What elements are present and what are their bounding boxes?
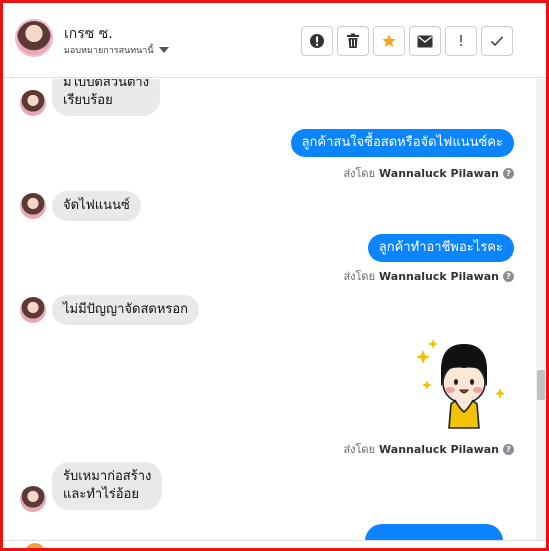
- thread-scrollbar[interactable]: [536, 79, 546, 540]
- sent-by-prefix: ส่งโดย: [343, 443, 376, 456]
- spam-icon: [310, 34, 324, 48]
- sent-by-name: Wannaluck Pilawan: [379, 442, 499, 456]
- message-line: เรียบร้อย: [63, 93, 113, 108]
- avatar: [25, 543, 45, 548]
- sender-avatar: [20, 486, 46, 512]
- sent-by-name: Wannaluck Pilawan: [379, 166, 499, 180]
- incoming-message: จัดไฟแนนซ์: [52, 191, 141, 221]
- message-thread[interactable]: มีใบปิดส่วนต่าง เรียบร้อย ลูกค้าสนใจซื้อ…: [3, 79, 536, 540]
- assign-label: มอบหมายการสนทนานี้: [64, 46, 154, 56]
- message-line: และทำไร่อ้อย: [63, 487, 139, 502]
- sent-by-label: ส่งโดย Wannaluck Pilawan ?: [343, 267, 514, 285]
- trash-icon: [347, 33, 359, 48]
- girl-cheer-sticker: [416, 339, 505, 429]
- conversation-header: เกรซ ซ. มอบหมายการสนทนานี้ !: [3, 3, 546, 78]
- sent-by-prefix: ส่งโดย: [343, 167, 376, 180]
- info-icon[interactable]: ?: [503, 167, 514, 179]
- message-line: รับเหมาก่อสร้าง: [63, 469, 152, 484]
- sent-by-label: ส่งโดย Wannaluck Pilawan ?: [343, 440, 514, 458]
- app-frame: เกรซ ซ. มอบหมายการสนทนานี้ ! มีใบปิดส่วน…: [0, 0, 549, 551]
- mark-unread-button[interactable]: [409, 26, 441, 56]
- scrollbar-thumb[interactable]: [537, 370, 545, 400]
- spam-button[interactable]: [301, 26, 333, 56]
- sender-avatar: [20, 193, 46, 219]
- star-icon: [382, 34, 396, 47]
- sent-by-name: Wannaluck Pilawan: [379, 269, 499, 283]
- incoming-message: ไม่มีปัญญาจัดสดหรอก: [52, 295, 200, 325]
- sender-avatar: [20, 90, 46, 116]
- assign-conversation-dropdown[interactable]: มอบหมายการสนทนานี้: [64, 43, 169, 57]
- incoming-message: มีใบปิดส่วนต่าง เรียบร้อย: [52, 79, 161, 116]
- sender-avatar: [20, 297, 46, 323]
- avatar[interactable]: [15, 19, 53, 57]
- check-icon: [490, 36, 504, 47]
- contact-name[interactable]: เกรซ ซ.: [64, 23, 113, 45]
- action-toolbar: !: [301, 26, 513, 56]
- exclamation-icon: !: [457, 32, 464, 50]
- outgoing-message: [365, 524, 503, 540]
- reply-composer[interactable]: [3, 540, 546, 548]
- caret-down-icon: [158, 47, 169, 53]
- outgoing-message: ลูกค้าทำอาชีพอะไรคะ: [367, 234, 514, 262]
- delete-button[interactable]: [337, 26, 369, 56]
- info-icon[interactable]: ?: [503, 270, 514, 282]
- info-icon[interactable]: ?: [503, 443, 514, 455]
- done-button[interactable]: [481, 26, 513, 56]
- star-button[interactable]: [373, 26, 405, 56]
- outgoing-message: ลูกค้าสนใจซื้อสดหรือจัดไฟแนนซ์คะ: [290, 129, 514, 157]
- sent-by-label: ส่งโดย Wannaluck Pilawan ?: [343, 164, 514, 182]
- message-line: มีใบปิดส่วนต่าง: [63, 79, 150, 90]
- follow-up-button[interactable]: !: [445, 26, 477, 56]
- incoming-message: รับเหมาก่อสร้าง และทำไร่อ้อย: [52, 462, 163, 510]
- sent-by-prefix: ส่งโดย: [343, 270, 376, 283]
- envelope-icon: [417, 35, 433, 47]
